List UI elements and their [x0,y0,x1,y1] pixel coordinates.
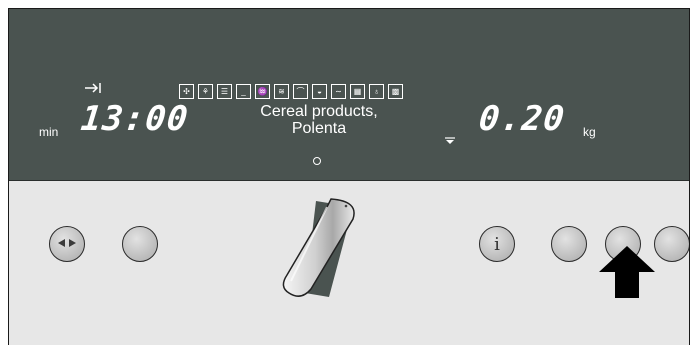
function-knob[interactable] [271,193,371,303]
low-heat-icon: ∼ [331,84,346,99]
program-name: Cereal products, Polenta [209,103,429,137]
round-button-1[interactable] [551,226,587,262]
lamp-icon: ♁ [369,84,384,99]
ring-indicator-icon [313,157,321,165]
pointer-arrow-icon [599,246,655,303]
bottom-heat-icon: _ [236,84,251,99]
weight-readout: 0.20 [476,99,567,139]
arrows-left-right-icon [58,235,76,253]
defrost-icon: ▦ [350,84,365,99]
program-line-1: Cereal products, [260,103,378,120]
left-right-button[interactable] [49,226,85,262]
mode-button[interactable] [122,226,158,262]
half-grill-icon: ⌒ [293,84,308,99]
top-bottom-heat-icon: ☰ [217,84,232,99]
round-button-3[interactable] [654,226,689,262]
info-icon: i [494,233,500,255]
weight-unit-label: kg [583,125,596,139]
down-arrow-icon [445,132,455,150]
oven-panel: min 13:00 ✣ ⚘ ☰ _ ♒ ≋ ⌒ ◒ ∼ ▦ ♁ ▩ Cereal… [8,8,690,345]
grid-icon: ▩ [388,84,403,99]
grill-fan-icon: ♒ [255,84,270,99]
lcd-display: min 13:00 ✣ ⚘ ☰ _ ♒ ≋ ⌒ ◒ ∼ ▦ ♁ ▩ Cereal… [9,9,689,181]
info-button[interactable]: i [479,226,515,262]
fan-grill-icon: ⚘ [198,84,213,99]
pizza-icon: ◒ [312,84,327,99]
fan-icon: ✣ [179,84,194,99]
full-grill-icon: ≋ [274,84,289,99]
mode-icons-row: ✣ ⚘ ☰ _ ♒ ≋ ⌒ ◒ ∼ ▦ ♁ ▩ [179,84,403,99]
time-unit-label: min [39,125,59,139]
time-readout: 13:00 [78,99,191,139]
timer-start-icon [84,81,102,93]
program-line-2: Polenta [291,120,347,137]
